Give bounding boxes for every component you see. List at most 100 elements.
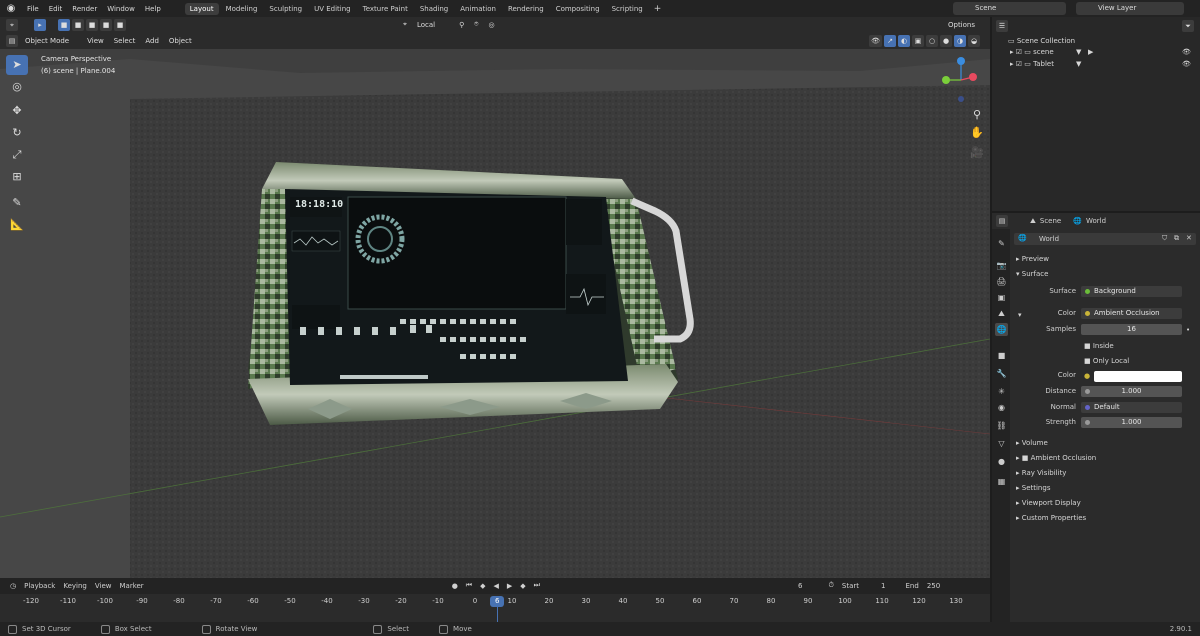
snap-icon[interactable]: ⌾: [469, 20, 483, 29]
tab-layout[interactable]: Layout: [184, 2, 219, 15]
end-field[interactable]: 250: [923, 582, 944, 590]
shading-rendered-icon[interactable]: ◒: [968, 34, 980, 47]
select-extend-icon[interactable]: ■: [72, 18, 84, 31]
blender-logo-icon[interactable]: ◉: [4, 2, 18, 16]
current-frame-marker[interactable]: 6: [490, 596, 505, 607]
unlink-close-icon[interactable]: ✕: [1186, 234, 1192, 242]
object-menu[interactable]: Object: [164, 37, 197, 45]
play-icon[interactable]: ▶: [503, 582, 516, 590]
tab-rendering[interactable]: Rendering: [503, 3, 549, 15]
start-field[interactable]: 1: [877, 582, 889, 590]
visibility-eye-icon[interactable]: 👁: [1182, 58, 1191, 70]
move-tool-icon[interactable]: ✥: [6, 101, 28, 121]
add-workspace-icon[interactable]: +: [649, 4, 667, 14]
gizmo-icon[interactable]: ↗: [884, 34, 896, 47]
texture-tab-icon[interactable]: ▦: [995, 475, 1008, 488]
clock-icon[interactable]: ◷: [6, 582, 20, 590]
tab-texture-paint[interactable]: Texture Paint: [358, 3, 413, 15]
normal-field[interactable]: Default: [1081, 402, 1182, 413]
physics-tab-icon[interactable]: ◉: [995, 401, 1008, 414]
duplicate-icon[interactable]: ⧉: [1174, 234, 1179, 243]
select-invert-icon[interactable]: ■: [100, 18, 112, 31]
fake-user-shield-icon[interactable]: ⛉: [1162, 234, 1167, 243]
select-tool-icon[interactable]: ➤: [6, 55, 28, 75]
tab-scripting[interactable]: Scripting: [607, 3, 648, 15]
shading-wireframe-icon[interactable]: ○: [926, 34, 938, 47]
tool-tab-icon[interactable]: ✎: [995, 237, 1008, 250]
surface-shader-field[interactable]: Background: [1081, 286, 1182, 297]
select-mode-icon[interactable]: ▸: [34, 18, 46, 31]
tab-uv-editing[interactable]: UV Editing: [309, 3, 356, 15]
visibility-icon[interactable]: 👁: [869, 34, 882, 47]
checkbox-icon[interactable]: ■: [1022, 454, 1031, 462]
visibility-eye-icon[interactable]: 👁: [1182, 46, 1191, 58]
menu-render[interactable]: Render: [67, 5, 102, 13]
menu-file[interactable]: File: [22, 5, 44, 13]
checkbox-icon[interactable]: ☑: [1016, 48, 1025, 56]
checkbox-icon[interactable]: ☑: [1016, 60, 1025, 68]
editor-type-icon[interactable]: ⌖: [6, 18, 18, 31]
distance-field[interactable]: 1.000: [1081, 386, 1182, 397]
xray-icon[interactable]: ▣: [912, 34, 924, 47]
shading-material-icon[interactable]: ◑: [954, 34, 966, 47]
tab-modeling[interactable]: Modeling: [221, 3, 263, 15]
transform-orientation-icon[interactable]: ⌖: [398, 20, 412, 29]
3d-viewport[interactable]: 18:18:10 Camera Perspective (6) scene | …: [0, 49, 990, 578]
tab-sculpting[interactable]: Sculpting: [264, 3, 307, 15]
add-menu[interactable]: Add: [140, 37, 164, 45]
tab-shading[interactable]: Shading: [415, 3, 453, 15]
prev-key-icon[interactable]: ◆: [476, 582, 489, 590]
panel-ray-visibility[interactable]: ▸ Ray Visibility: [1016, 467, 1066, 479]
menu-edit[interactable]: Edit: [44, 5, 68, 13]
color-input-field[interactable]: Ambient Occlusion: [1081, 308, 1182, 319]
annotate-tool-icon[interactable]: ✎: [6, 193, 28, 213]
timeline-ruler[interactable]: -120 -110 -100 -90 -80 -70 -60 -50 -40 -30 -20 -10 0…: [0, 594, 990, 622]
object-mode-dropdown[interactable]: Object Mode: [20, 37, 74, 45]
breadcrumb-world[interactable]: World: [1086, 217, 1106, 225]
world-tab-icon[interactable]: 🌐: [995, 323, 1008, 336]
menu-help[interactable]: Help: [140, 5, 166, 13]
overlay-icon[interactable]: ◐: [898, 34, 910, 47]
render-tab-icon[interactable]: 📷: [995, 259, 1008, 272]
outliner-row-tablet[interactable]: ▸ ☑ ▭ Tablet ▼ 👁: [992, 58, 1200, 70]
panel-settings[interactable]: ▸ Settings: [1016, 482, 1050, 494]
outliner-row-scene[interactable]: ▸ ☑ ▭ scene ▼ ▶ 👁: [992, 46, 1200, 58]
output-tab-icon[interactable]: 🖨: [995, 275, 1008, 288]
scene-tab-icon[interactable]: ⛰: [995, 307, 1008, 320]
object-tab-icon[interactable]: ■: [995, 349, 1008, 362]
pivot-icon[interactable]: ⚲: [454, 21, 469, 29]
marker-menu[interactable]: Marker: [115, 582, 147, 590]
select-menu[interactable]: Select: [109, 37, 141, 45]
panel-ambient-occlusion[interactable]: ▸ ■ Ambient Occlusion: [1016, 452, 1096, 464]
shading-solid-icon[interactable]: ●: [940, 34, 952, 47]
play-reverse-icon[interactable]: ◀: [490, 582, 503, 590]
select-intersect-icon[interactable]: ■: [114, 18, 126, 31]
panel-volume[interactable]: ▸ Volume: [1016, 437, 1048, 449]
breadcrumb-scene[interactable]: Scene: [1040, 217, 1061, 225]
next-key-icon[interactable]: ◆: [516, 582, 529, 590]
color-swatch[interactable]: [1094, 371, 1182, 382]
particles-tab-icon[interactable]: ✳: [995, 385, 1008, 398]
panel-preview[interactable]: ▸ Preview: [1016, 253, 1049, 265]
jump-end-icon[interactable]: ⏭: [530, 581, 544, 590]
keying-menu[interactable]: Keying: [59, 582, 91, 590]
rotate-tool-icon[interactable]: ↻: [6, 123, 28, 143]
jump-start-icon[interactable]: ⏮: [462, 581, 476, 590]
tab-animation[interactable]: Animation: [455, 3, 501, 15]
tab-compositing[interactable]: Compositing: [551, 3, 605, 15]
zoom-icon[interactable]: ⚲: [970, 108, 984, 122]
outliner-editor-icon[interactable]: ☰: [996, 20, 1008, 32]
current-frame-field[interactable]: 6: [794, 582, 806, 590]
options-dropdown[interactable]: Options: [943, 21, 980, 29]
constraints-tab-icon[interactable]: ⛓: [995, 419, 1008, 432]
timeline-view-menu[interactable]: View: [91, 582, 116, 590]
panel-surface[interactable]: ▾ Surface: [1016, 268, 1048, 280]
view-layer-tab-icon[interactable]: ▣: [995, 291, 1008, 304]
filter-icon[interactable]: ⏷: [1182, 20, 1194, 32]
panel-custom-properties[interactable]: ▸ Custom Properties: [1016, 512, 1086, 524]
transform-tool-icon[interactable]: ⊞: [6, 167, 28, 187]
samples-field[interactable]: 16: [1081, 324, 1182, 335]
pan-hand-icon[interactable]: ✋: [970, 126, 984, 140]
view-menu[interactable]: View: [82, 37, 109, 45]
scene-selector[interactable]: Scene: [953, 2, 1066, 15]
